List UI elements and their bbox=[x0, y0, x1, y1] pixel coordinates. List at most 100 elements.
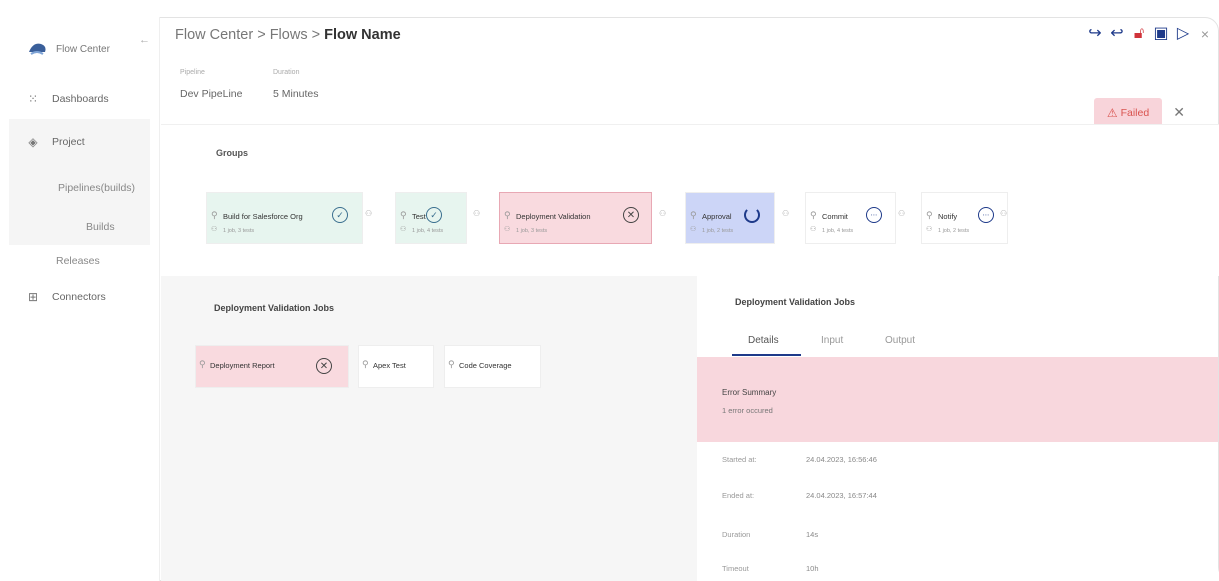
link-icon: ⚲ bbox=[504, 210, 511, 220]
breadcrumb: Flow Center > Flows > Flow Name bbox=[175, 27, 401, 43]
timeout-label: Timeout bbox=[722, 564, 749, 573]
grid-icon: ⁙ bbox=[27, 92, 39, 106]
duration-value: 5 Minutes bbox=[273, 88, 319, 100]
pipeline-label: Pipeline bbox=[180, 69, 205, 76]
x-circle-icon: ✕ bbox=[623, 207, 639, 223]
status-badge: ⚠ Failed bbox=[1094, 98, 1162, 127]
breadcrumb-item[interactable]: Flows bbox=[270, 27, 308, 43]
sidebar-item-project[interactable]: ◈ Project bbox=[26, 135, 85, 149]
link-icon: ⚲ bbox=[199, 359, 206, 369]
play-icon[interactable]: ▷ bbox=[1175, 24, 1191, 44]
user-icon: ⚇ bbox=[926, 226, 933, 233]
job-name: Apex Test bbox=[373, 361, 406, 370]
job-item-deployment-report[interactable]: ⚲ Deployment Report ✕ bbox=[196, 346, 348, 387]
ended-value: 24.04.2023, 16:57:44 bbox=[806, 491, 877, 500]
undo-icon[interactable]: ↩ bbox=[1109, 24, 1125, 44]
link-icon: ⚲ bbox=[211, 210, 218, 220]
pending-circle-icon: ⋯ bbox=[866, 207, 882, 223]
group-node-sub: 1 job, 4 tests bbox=[412, 228, 444, 234]
layers-icon: ◈ bbox=[28, 135, 38, 149]
ended-label: Ended at: bbox=[722, 491, 755, 500]
link-icon: ⚲ bbox=[690, 210, 697, 220]
sidebar-item-label: Connectors bbox=[52, 291, 106, 303]
redo-icon[interactable]: ↪ bbox=[1087, 24, 1103, 44]
groups-title: Groups bbox=[216, 148, 249, 158]
duration-field-value: 14s bbox=[806, 530, 819, 539]
connector-icon: ⚇ bbox=[1000, 209, 1008, 218]
sidebar-back-icon[interactable]: ← bbox=[139, 34, 150, 46]
group-node-name: Deployment Validation bbox=[516, 212, 591, 221]
tab-output[interactable]: Output bbox=[885, 335, 915, 346]
save-icon[interactable]: ▣ bbox=[1153, 24, 1169, 44]
sidebar-item-builds[interactable]: Builds bbox=[86, 221, 115, 233]
dismiss-status-icon[interactable]: ✕ bbox=[1173, 104, 1185, 121]
sidebar-item-pipelines[interactable]: Pipelines(builds) bbox=[58, 182, 135, 194]
group-node-sub: 1 job, 3 tests bbox=[516, 228, 548, 234]
connector-icon: ⚇ bbox=[365, 209, 373, 218]
group-node-sub: 1 job, 3 tests bbox=[223, 228, 255, 234]
group-node-approval[interactable]: ⚲ Approval ⚇ 1 job, 2 tests bbox=[686, 193, 774, 243]
job-name: Deployment Report bbox=[210, 361, 275, 370]
sidebar-item-dashboards[interactable]: ⁙ Dashboards bbox=[26, 92, 109, 106]
timeout-value: 10h bbox=[806, 564, 819, 573]
group-node-notify[interactable]: ⚲ Notify ⚇ 1 job, 2 tests ⋯ bbox=[922, 193, 1007, 243]
duration-field-label: Duration bbox=[722, 530, 751, 539]
warning-icon: ⚠ bbox=[1106, 105, 1118, 120]
link-icon: ⚲ bbox=[926, 210, 933, 220]
active-tab-indicator bbox=[732, 354, 801, 356]
user-icon: ⚇ bbox=[211, 226, 218, 233]
group-node-sub: 1 job, 4 tests bbox=[822, 228, 854, 234]
error-summary-text: 1 error occured bbox=[722, 406, 773, 415]
user-icon: ⚇ bbox=[810, 226, 817, 233]
check-circle-icon: ✓ bbox=[426, 207, 442, 223]
started-value: 24.04.2023, 16:56:46 bbox=[806, 455, 877, 464]
link-icon: ⚲ bbox=[362, 359, 369, 369]
group-node-build[interactable]: ⚲ Build for Salesforce Org ⚇ 1 job, 3 te… bbox=[207, 193, 362, 243]
group-node-name: Commit bbox=[822, 212, 848, 221]
link-icon: ⚲ bbox=[810, 210, 817, 220]
spinner-icon bbox=[744, 207, 760, 223]
breadcrumb-separator: > bbox=[257, 27, 266, 43]
jobs-panel bbox=[161, 276, 697, 581]
group-node-commit[interactable]: ⚲ Commit ⚇ 1 job, 4 tests ⋯ bbox=[806, 193, 895, 243]
unlock-icon[interactable]: 🔓︎ bbox=[1131, 24, 1147, 44]
group-node-deployment-validation[interactable]: ⚲ Deployment Validation ⚇ 1 job, 3 tests… bbox=[499, 192, 652, 244]
error-summary-title: Error Summary bbox=[722, 388, 777, 397]
group-node-name: Build for Salesforce Org bbox=[223, 212, 303, 221]
sidebar-item-connectors[interactable]: ⊞ Connectors bbox=[26, 290, 106, 304]
sidebar-brand[interactable]: Flow Center bbox=[56, 44, 110, 55]
tab-details[interactable]: Details bbox=[748, 335, 779, 346]
tab-input[interactable]: Input bbox=[821, 335, 843, 346]
detail-title: Deployment Validation Jobs bbox=[735, 297, 856, 307]
job-item-apex-test[interactable]: ⚲ Apex Test bbox=[359, 346, 433, 387]
connector-icon: ⚇ bbox=[898, 209, 906, 218]
link-icon: ⚲ bbox=[448, 359, 455, 369]
group-node-sub: 1 job, 2 tests bbox=[938, 228, 970, 234]
group-node-name: Test bbox=[412, 212, 426, 221]
pipeline-value: Dev PipeLine bbox=[180, 88, 243, 100]
check-circle-icon: ✓ bbox=[332, 207, 348, 223]
close-icon[interactable]: × bbox=[1197, 24, 1213, 44]
job-name: Code Coverage bbox=[459, 361, 512, 370]
x-circle-icon: ✕ bbox=[316, 358, 332, 374]
connector-icon: ⚇ bbox=[659, 209, 667, 218]
duration-label: Duration bbox=[273, 69, 300, 76]
job-item-code-coverage[interactable]: ⚲ Code Coverage bbox=[445, 346, 540, 387]
sidebar-item-releases[interactable]: Releases bbox=[56, 255, 100, 267]
connector-icon: ⚇ bbox=[473, 209, 481, 218]
sidebar-item-label: Project bbox=[52, 136, 85, 148]
jobs-title: Deployment Validation Jobs bbox=[214, 303, 335, 313]
breadcrumb-current: Flow Name bbox=[324, 27, 401, 43]
link-icon: ⚲ bbox=[400, 210, 407, 220]
group-node-sub: 1 job, 2 tests bbox=[702, 228, 734, 234]
group-node-test[interactable]: ⚲ Test ⚇ 1 job, 4 tests ✓ bbox=[396, 193, 466, 243]
group-node-name: Notify bbox=[938, 212, 958, 221]
breadcrumb-item[interactable]: Flow Center bbox=[175, 27, 253, 43]
sidebar-item-label: Dashboards bbox=[52, 93, 109, 105]
flow-center-logo-icon bbox=[29, 43, 46, 55]
toolbar: ↪ ↩ 🔓︎ ▣ ▷ × bbox=[1087, 24, 1213, 44]
user-icon: ⚇ bbox=[690, 226, 697, 233]
connectors-icon: ⊞ bbox=[27, 290, 39, 304]
pending-circle-icon: ⋯ bbox=[978, 207, 994, 223]
error-summary-box bbox=[697, 357, 1218, 442]
